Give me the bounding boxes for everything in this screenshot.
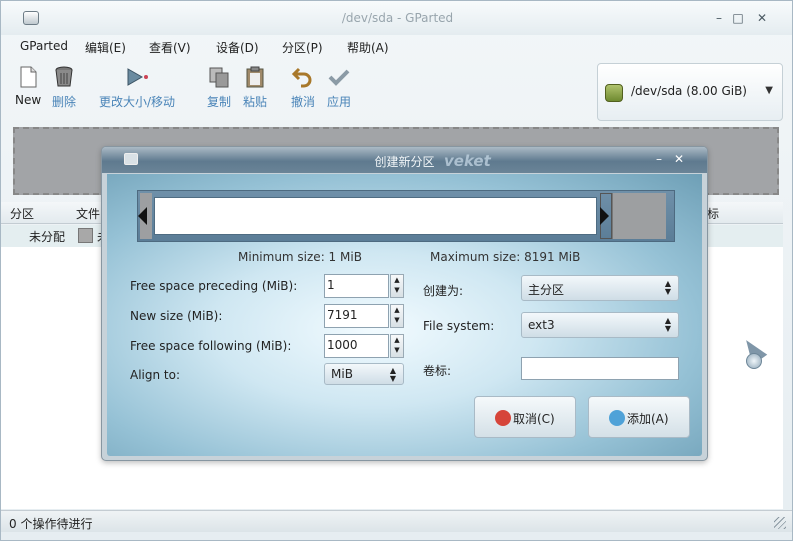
copy-icon (209, 67, 229, 88)
align-to-value: MiB (331, 367, 353, 381)
align-to-select[interactable]: MiB ▲ ▼ (324, 363, 404, 385)
cursor-busy-icon (746, 353, 762, 369)
status-bar: 0 个操作待进行 (1, 510, 792, 532)
column-filesystem[interactable]: 文件 (76, 205, 100, 222)
menu-view[interactable]: 查看(V) (149, 39, 191, 56)
file-system-label: File system: (423, 319, 495, 333)
space-following-block (612, 193, 666, 239)
apply-check-icon (328, 69, 350, 86)
resize-move-label: 更改大小/移动 (99, 95, 176, 109)
spin-arrows-icon[interactable]: ▲ ▼ (390, 334, 404, 358)
maximum-size-label: Maximum size: 8191 MiB (430, 250, 581, 264)
undo-arrow-icon (291, 67, 312, 88)
trash-icon (55, 66, 73, 87)
new-size-label: New size (MiB): (130, 309, 223, 323)
free-following-spinner[interactable]: 1000 ▲ ▼ (324, 334, 404, 358)
menu-bar: GParted 编辑(E) 查看(V) 设备(D) 分区(P) 帮助(A) (1, 35, 792, 57)
new-partition-block[interactable] (154, 197, 597, 235)
left-resize-handle[interactable] (138, 207, 147, 225)
close-button[interactable]: ✕ (755, 11, 769, 25)
file-system-value: ext3 (528, 318, 555, 332)
undo-button[interactable]: 撤消 (291, 65, 315, 110)
volume-label-label: 卷标: (423, 364, 452, 378)
unallocated-swatch (78, 228, 93, 243)
spin-arrows-icon[interactable]: ▲ ▼ (390, 304, 404, 328)
device-name: /dev/sda (8.00 GiB) (631, 84, 747, 98)
paste-clipboard-icon (246, 66, 264, 88)
cancel-button[interactable]: 取消(C) (474, 396, 576, 438)
resize-arrow-icon (127, 68, 149, 86)
dialog-content: Minimum size: 1 MiB Maximum size: 8191 M… (107, 174, 702, 456)
new-document-icon (20, 66, 37, 88)
dropdown-arrow-icon: ▼ (765, 85, 773, 96)
menu-partition[interactable]: 分区(P) (282, 39, 323, 56)
free-following-input[interactable]: 1000 (324, 334, 389, 358)
partition-cell: 未分配 (29, 230, 66, 244)
minimize-button[interactable]: – (712, 11, 726, 25)
create-as-select[interactable]: 主分区 ▲ ▼ (521, 275, 679, 301)
cancel-x-icon (495, 410, 511, 426)
free-following-label: Free space following (MiB): (130, 339, 292, 353)
paste-button[interactable]: 粘贴 (243, 65, 267, 110)
menu-device[interactable]: 设备(D) (216, 39, 259, 56)
title-bar[interactable]: /dev/sda - GParted – □ ✕ (1, 1, 792, 35)
new-size-spinner[interactable]: 7191 ▲ ▼ (324, 304, 404, 328)
partition-resizer[interactable] (137, 190, 675, 242)
new-button[interactable]: New (15, 65, 41, 107)
dialog-title-bar[interactable]: 创建新分区 veket – ✕ (102, 147, 707, 173)
create-partition-dialog: 创建新分区 veket – ✕ Minimum size: 1 MiB Maxi… (101, 146, 708, 461)
disk-icon (605, 84, 623, 102)
combo-arrows-icon: ▲ ▼ (389, 366, 396, 383)
add-label: 添加(A) (627, 412, 669, 426)
resize-grip-icon[interactable] (774, 517, 786, 529)
right-resize-handle[interactable] (600, 207, 609, 225)
add-plus-icon (609, 410, 625, 426)
create-as-label: 创建为: (423, 284, 464, 298)
spin-arrows-icon[interactable]: ▲ ▼ (390, 274, 404, 298)
window-title: /dev/sda - GParted (341, 11, 454, 25)
file-system-select[interactable]: ext3 ▲ ▼ (521, 312, 679, 338)
dialog-title: 创建新分区 (374, 155, 435, 169)
delete-button[interactable]: 删除 (52, 65, 76, 110)
apply-label: 应用 (327, 95, 352, 109)
device-selector[interactable]: /dev/sda (8.00 GiB) ▼ (597, 63, 783, 121)
column-flags[interactable]: 标 (707, 205, 719, 222)
volume-label-input[interactable] (521, 357, 679, 380)
minimum-size-label: Minimum size: 1 MiB (238, 250, 362, 264)
status-text: 0 个操作待进行 (9, 517, 93, 531)
apply-button[interactable]: 应用 (327, 65, 351, 110)
menu-edit[interactable]: 编辑(E) (85, 39, 126, 56)
free-preceding-spinner[interactable]: 1 ▲ ▼ (324, 274, 404, 298)
new-size-input[interactable]: 7191 (324, 304, 389, 328)
align-to-label: Align to: (130, 368, 181, 382)
free-preceding-input[interactable]: 1 (324, 274, 389, 298)
free-preceding-label: Free space preceding (MiB): (130, 279, 298, 293)
dialog-minimize-button[interactable]: – (652, 152, 666, 166)
menu-gparted[interactable]: GParted (20, 39, 68, 53)
delete-label: 删除 (52, 95, 77, 109)
add-button[interactable]: 添加(A) (588, 396, 690, 438)
brand-watermark: veket (444, 152, 491, 170)
menu-help[interactable]: 帮助(A) (347, 39, 389, 56)
copy-label: 复制 (207, 95, 232, 109)
column-partition[interactable]: 分区 (10, 205, 34, 222)
new-label: New (15, 93, 42, 107)
cancel-label: 取消(C) (513, 412, 555, 426)
combo-arrows-icon: ▲ ▼ (664, 279, 671, 296)
paste-label: 粘贴 (243, 95, 268, 109)
create-as-value: 主分区 (528, 283, 565, 297)
undo-label: 撤消 (291, 95, 316, 109)
copy-button[interactable]: 复制 (207, 65, 231, 110)
maximize-button[interactable]: □ (731, 11, 745, 25)
dialog-close-button[interactable]: ✕ (672, 152, 686, 166)
resize-move-button[interactable]: 更改大小/移动 (99, 65, 175, 110)
combo-arrows-icon: ▲ ▼ (664, 316, 671, 333)
